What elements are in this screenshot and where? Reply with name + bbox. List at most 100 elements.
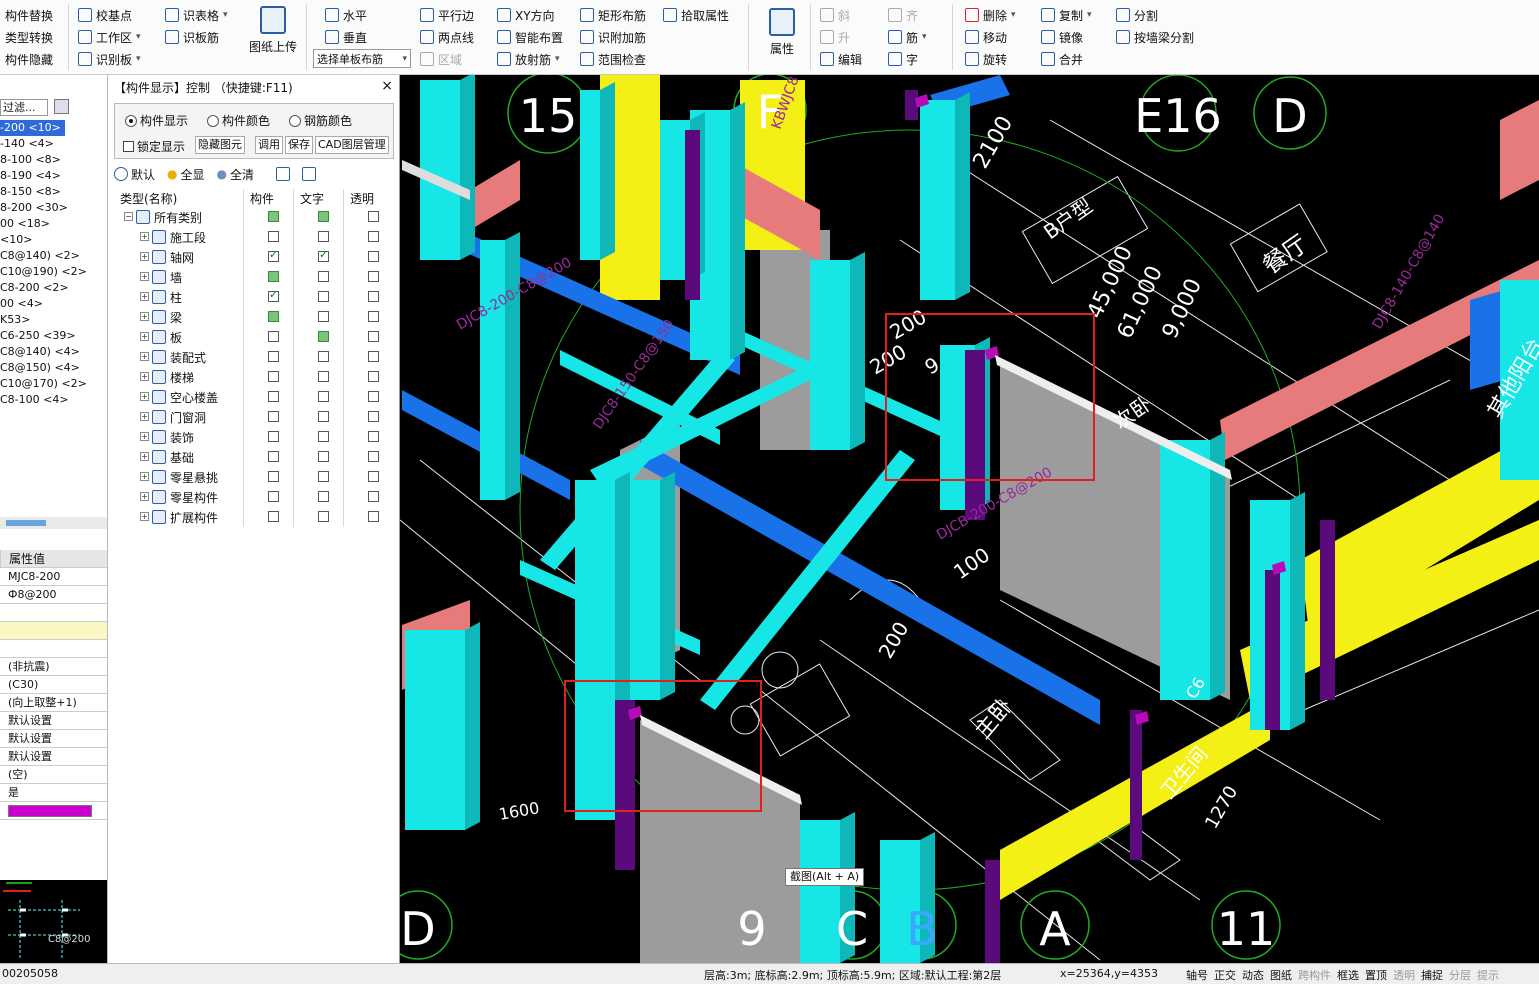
- visibility-checkbox[interactable]: [268, 391, 279, 402]
- expand-icon[interactable]: +: [140, 232, 149, 241]
- status-toggle[interactable]: 提示: [1477, 967, 1499, 983]
- raise-button[interactable]: 升: [820, 27, 850, 47]
- component-list-item[interactable]: 8-190 <4>: [0, 168, 61, 184]
- visibility-checkbox[interactable]: [368, 211, 379, 222]
- visibility-checkbox[interactable]: [368, 231, 379, 242]
- display-row[interactable]: + 梁: [114, 307, 394, 327]
- status-toggle[interactable]: 捕捉: [1421, 967, 1443, 983]
- copy-button[interactable]: 复制 ▾: [1041, 5, 1092, 25]
- display-row[interactable]: + 门窗洞: [114, 407, 394, 427]
- property-value-row[interactable]: (C30): [0, 676, 107, 694]
- expand-icon[interactable]: +: [140, 432, 149, 441]
- text-button[interactable]: 字: [888, 49, 918, 69]
- component-list-item[interactable]: 8-150 <8>: [0, 184, 61, 200]
- model-viewport[interactable]: 15 F E16 D D 9 C B A 11 2100 B户型 餐厅 45,000 61,000 9,00…: [400, 75, 1539, 963]
- identify-slab-rebar-button[interactable]: 识板筋: [165, 27, 219, 47]
- cad-layer-manager-button[interactable]: CAD图层管理: [315, 136, 389, 154]
- component-list-item[interactable]: 00 <4>: [0, 296, 43, 312]
- work-area-button[interactable]: 工作区 ▾: [78, 27, 141, 47]
- rect-rebar-button[interactable]: 矩形布筋: [580, 5, 646, 25]
- property-value-row[interactable]: 是: [0, 784, 107, 802]
- horizontal-scrollbar[interactable]: [0, 517, 107, 529]
- display-row[interactable]: + 空心楼盖: [114, 387, 394, 407]
- visibility-checkbox[interactable]: [318, 511, 329, 522]
- display-row[interactable]: + 扩展构件: [114, 507, 394, 527]
- display-row[interactable]: + 轴网: [114, 247, 394, 267]
- property-value-row[interactable]: [0, 604, 107, 622]
- expand-icon[interactable]: +: [140, 252, 149, 261]
- collapse-all-icon[interactable]: [302, 167, 317, 181]
- visibility-checkbox[interactable]: [368, 351, 379, 362]
- visibility-checkbox[interactable]: [318, 471, 329, 482]
- property-button[interactable]: 属性: [762, 8, 802, 68]
- visibility-checkbox[interactable]: [368, 251, 379, 262]
- identify-table-button[interactable]: 识表格 ▾: [165, 5, 228, 25]
- visibility-checkbox[interactable]: [268, 431, 279, 442]
- smart-layout-button[interactable]: 智能布置: [497, 27, 563, 47]
- property-value-row[interactable]: MJC8-200: [0, 568, 107, 586]
- visibility-checkbox[interactable]: [318, 431, 329, 442]
- visibility-checkbox[interactable]: [318, 391, 329, 402]
- component-list-item[interactable]: C8@150) <4>: [0, 360, 80, 376]
- component-list-item[interactable]: 8-200 <30>: [0, 200, 68, 216]
- property-value-row[interactable]: [0, 622, 107, 640]
- expand-icon[interactable]: +: [140, 272, 149, 281]
- scroll-thumb[interactable]: [6, 520, 46, 526]
- visibility-checkbox[interactable]: [368, 371, 379, 382]
- expand-icon[interactable]: +: [140, 492, 149, 501]
- component-list-item[interactable]: C6-250 <39>: [0, 328, 76, 344]
- status-toggle[interactable]: 置顶: [1365, 967, 1387, 983]
- region-button[interactable]: 区域: [420, 49, 462, 69]
- visibility-checkbox[interactable]: [368, 271, 379, 282]
- status-toggle[interactable]: 框选: [1337, 967, 1359, 983]
- property-value-row[interactable]: (非抗震): [0, 658, 107, 676]
- component-list-item[interactable]: C8@140) <2>: [0, 248, 80, 264]
- visibility-checkbox[interactable]: [268, 511, 279, 522]
- status-toggle[interactable]: 动态: [1242, 967, 1264, 983]
- rebar-mode-select[interactable]: 选择单板布筋 ▾: [313, 49, 411, 68]
- vertical-button[interactable]: 垂直: [325, 27, 367, 47]
- property-value-row[interactable]: (向上取整+1): [0, 694, 107, 712]
- calibrate-base-point-button[interactable]: 校基点: [78, 5, 132, 25]
- component-list-item[interactable]: K53>: [0, 312, 30, 328]
- visibility-checkbox[interactable]: [318, 371, 329, 382]
- display-row[interactable]: + 板: [114, 327, 394, 347]
- display-row[interactable]: + 装饰: [114, 427, 394, 447]
- slope-button[interactable]: 斜: [820, 5, 850, 25]
- display-row[interactable]: + 基础: [114, 447, 394, 467]
- radio-rebar-color[interactable]: 钢筋颜色: [289, 112, 352, 129]
- visibility-checkbox[interactable]: [268, 211, 279, 222]
- radio-component-display[interactable]: 构件显示: [125, 112, 188, 129]
- display-row[interactable]: − 所有类别: [114, 207, 394, 227]
- visibility-checkbox[interactable]: [268, 331, 279, 342]
- save-button[interactable]: 保存: [285, 136, 313, 154]
- component-list-item[interactable]: 8-100 <8>: [0, 152, 61, 168]
- component-list-item[interactable]: C10@170) <2>: [0, 376, 87, 392]
- delete-button[interactable]: 删除 ▾: [965, 5, 1016, 25]
- filter-options-icon[interactable]: [54, 99, 69, 114]
- load-button[interactable]: 调用: [255, 136, 283, 154]
- split-button[interactable]: 分割: [1116, 5, 1158, 25]
- visibility-checkbox[interactable]: [368, 471, 379, 482]
- visibility-checkbox[interactable]: [268, 311, 279, 322]
- hide-elements-button[interactable]: 隐藏图元: [195, 136, 245, 154]
- status-toggle[interactable]: 图纸: [1270, 967, 1292, 983]
- mirror-button[interactable]: 镜像: [1041, 27, 1083, 47]
- status-toggle[interactable]: 分层: [1449, 967, 1471, 983]
- rotate-button[interactable]: 旋转: [965, 49, 1007, 69]
- visibility-checkbox[interactable]: [368, 431, 379, 442]
- minimap[interactable]: C8@200: [0, 880, 107, 963]
- radial-rebar-button[interactable]: 放射筋 ▾: [497, 49, 560, 69]
- component-list-item[interactable]: -140 <4>: [0, 136, 54, 152]
- visibility-checkbox[interactable]: [268, 411, 279, 422]
- edit-button[interactable]: 编辑: [820, 49, 862, 69]
- visibility-checkbox[interactable]: [318, 311, 329, 322]
- default-button[interactable]: 默认: [114, 166, 155, 183]
- visibility-checkbox[interactable]: [268, 351, 279, 362]
- drawing-upload-button[interactable]: 图纸上传: [247, 6, 299, 66]
- visibility-checkbox[interactable]: [268, 471, 279, 482]
- merge-button[interactable]: 合并: [1041, 49, 1083, 69]
- expand-icon[interactable]: +: [140, 372, 149, 381]
- visibility-checkbox[interactable]: [268, 451, 279, 462]
- replace-component-button[interactable]: 构件替换: [5, 5, 53, 25]
